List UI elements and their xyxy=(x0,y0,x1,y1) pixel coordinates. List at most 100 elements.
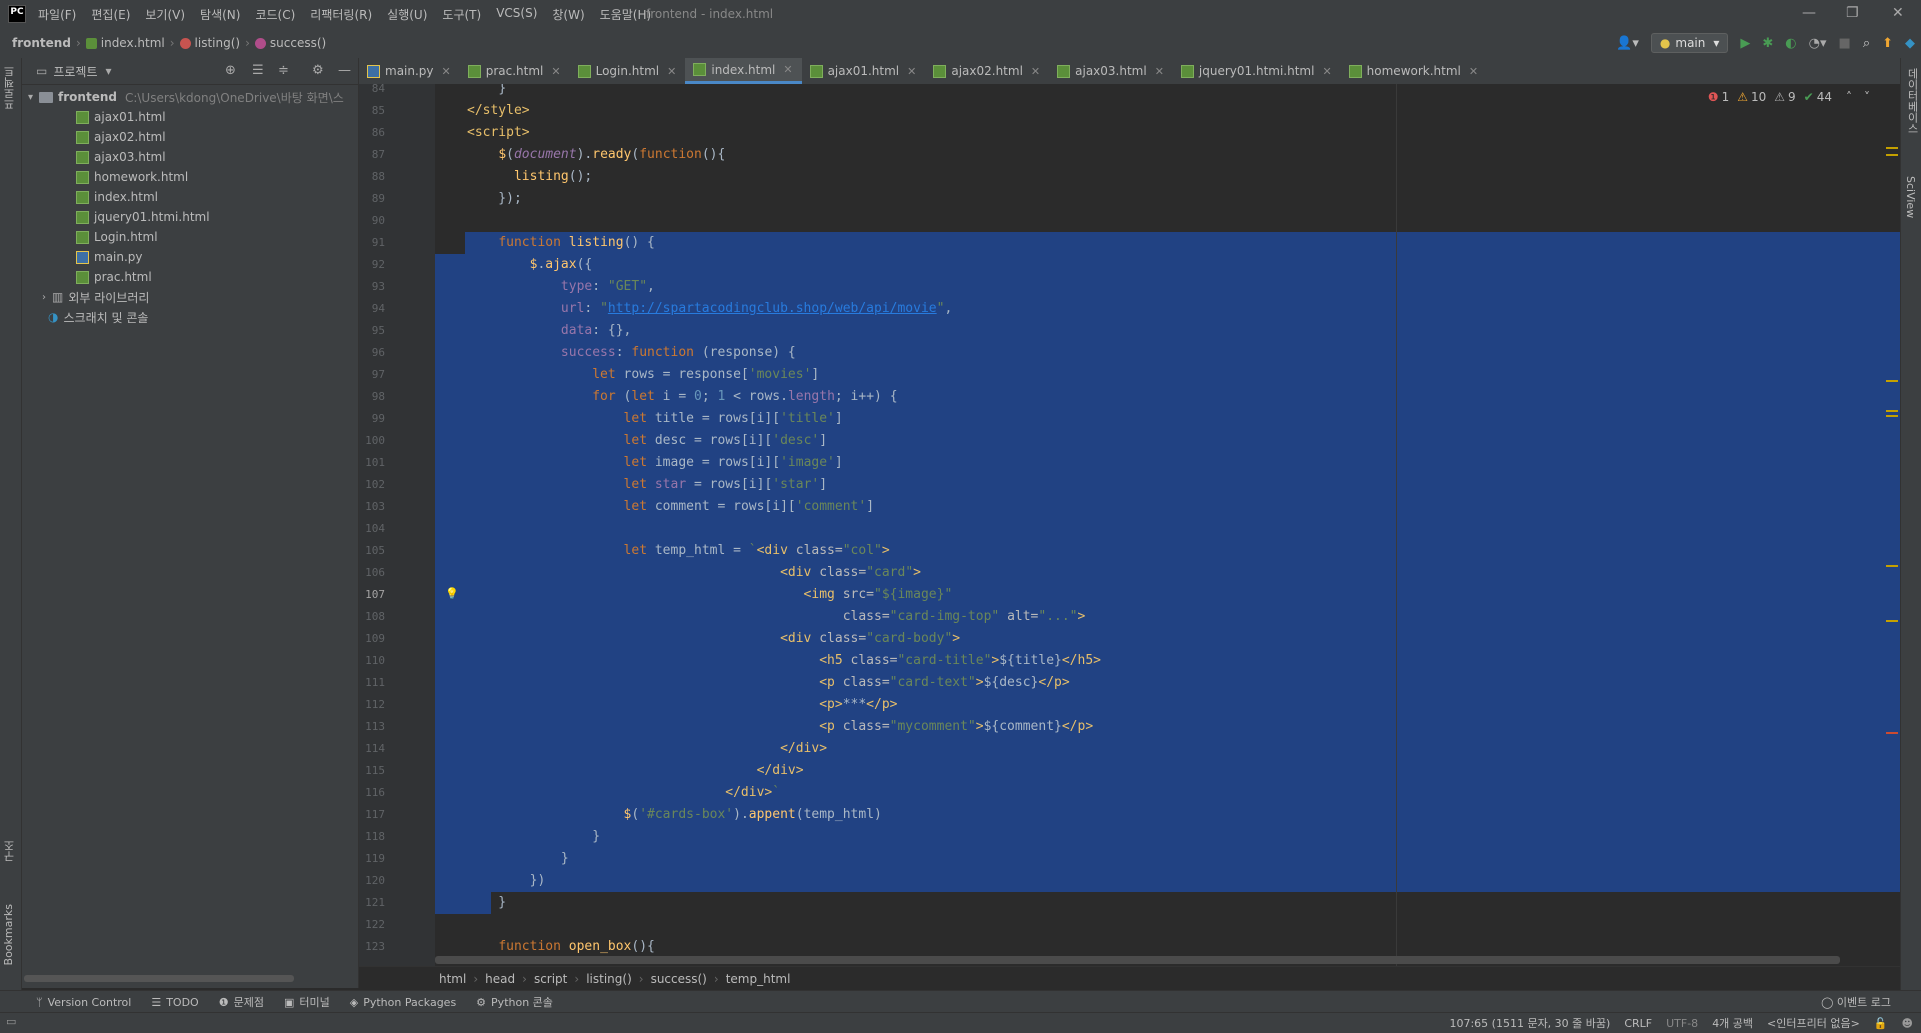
line-number[interactable]: 122 xyxy=(359,914,385,936)
code-line[interactable]: type: "GET", xyxy=(467,276,655,298)
line-number[interactable]: 120 xyxy=(359,870,385,892)
code-line[interactable]: listing(); xyxy=(467,166,592,188)
line-number[interactable]: 116 xyxy=(359,782,385,804)
code-line[interactable]: let desc = rows[i]['desc'] xyxy=(467,430,828,452)
code-line[interactable]: } xyxy=(467,84,506,100)
code-editor[interactable]: } </style> <script> $(document).ready(func… xyxy=(435,84,1900,966)
user-icon[interactable]: 👤▾ xyxy=(1616,36,1639,51)
code-line[interactable]: let title = rows[i]['title'] xyxy=(467,408,843,430)
menu-item[interactable]: 창(W) xyxy=(552,6,584,23)
layout-icon[interactable]: ▭ xyxy=(6,1015,16,1028)
line-number[interactable]: 104 xyxy=(359,518,385,540)
tool-window-button[interactable]: ☰ TODO xyxy=(151,994,198,1010)
code-line[interactable]: $(document).ready(function(){ xyxy=(467,144,725,166)
chevron-down-icon[interactable]: ▾ xyxy=(106,64,112,78)
caret-position[interactable]: 107:65 (1511 문자, 30 줄 바꿈) xyxy=(1449,1015,1610,1031)
code-line[interactable]: <p class="mycomment">${comment}</p> xyxy=(467,716,1093,738)
line-number[interactable]: 85 xyxy=(359,100,385,122)
editor-tab[interactable]: ajax01.html ✕ xyxy=(802,58,926,84)
editor-tab[interactable]: ajax03.html ✕ xyxy=(1049,58,1173,84)
tree-file-item[interactable]: ajax02.html xyxy=(22,127,358,147)
chevron-down-icon[interactable]: ˅ xyxy=(1864,90,1870,104)
code-line[interactable]: <img src="${image}" xyxy=(467,584,953,606)
code-line[interactable]: for (let i = 0; 1 < rows.length; i++) { xyxy=(467,386,897,408)
line-number[interactable]: 101 xyxy=(359,452,385,474)
event-log-button[interactable]: ◯ 이벤트 로그 xyxy=(1821,994,1891,1010)
stop-icon[interactable]: ■ xyxy=(1839,36,1851,51)
tool-window-button[interactable]: ᛘ Version Control xyxy=(36,994,131,1010)
warning-marker[interactable] xyxy=(1886,410,1898,412)
file-encoding[interactable]: UTF-8 xyxy=(1666,1017,1698,1030)
code-line[interactable]: data: {}, xyxy=(467,320,631,342)
line-number[interactable]: 115 xyxy=(359,760,385,782)
code-line[interactable]: success: function (response) { xyxy=(467,342,796,364)
editor-tab[interactable]: Login.html ✕ xyxy=(570,58,686,84)
project-panel-title[interactable]: 프로젝트 xyxy=(53,63,97,80)
code-line[interactable]: <div class="card-body"> xyxy=(467,628,960,650)
code-line[interactable]: $.ajax({ xyxy=(467,254,593,276)
code-line[interactable]: </style> xyxy=(467,100,530,122)
restore-button[interactable]: ❐ xyxy=(1846,5,1859,21)
tool-window-button[interactable]: ⚙ Python 콘솔 xyxy=(476,994,553,1010)
code-line[interactable]: </div>` xyxy=(467,782,780,804)
menu-item[interactable]: 리팩터링(R) xyxy=(310,6,372,23)
line-number[interactable]: 100 xyxy=(359,430,385,452)
line-number[interactable]: 99 xyxy=(359,408,385,430)
code-line[interactable]: <h5 class="card-title">${title}</h5> xyxy=(467,650,1101,672)
project-tool-tab[interactable]: 프로젝트 xyxy=(2,66,18,110)
interpreter-status[interactable]: <인터프리터 없음> xyxy=(1767,1015,1860,1031)
error-marker[interactable] xyxy=(1886,732,1898,734)
nav-crumb-file[interactable]: index.html xyxy=(85,36,165,50)
code-line[interactable]: } xyxy=(467,892,506,914)
line-number[interactable]: 98 xyxy=(359,386,385,408)
jetbrains-icon[interactable]: ◆ xyxy=(1905,36,1915,51)
line-number[interactable]: 123 xyxy=(359,936,385,958)
inspector-icon[interactable]: ☻ xyxy=(1902,1017,1913,1030)
inspection-widget[interactable]: ❶ 1 ⚠ 10 ⚠ 9 ✔ 44 ˄ ˅ xyxy=(1708,90,1870,104)
code-line[interactable]: let star = rows[i]['star'] xyxy=(467,474,828,496)
lock-icon[interactable]: 🔓 xyxy=(1874,1017,1888,1030)
locate-icon[interactable]: ⊕ xyxy=(225,63,236,78)
line-number[interactable]: 97 xyxy=(359,364,385,386)
editor-tab[interactable]: jquery01.htmi.html ✕ xyxy=(1173,58,1341,84)
expand-all-icon[interactable]: ☰ xyxy=(252,63,264,78)
menu-item[interactable]: 실행(U) xyxy=(387,6,427,23)
database-tool-tab[interactable]: 데이터베이스 xyxy=(1904,68,1920,134)
menu-item[interactable]: 편집(E) xyxy=(91,6,130,23)
menu-item[interactable]: VCS(S) xyxy=(496,6,537,23)
close-tab-icon[interactable]: ✕ xyxy=(551,65,560,78)
line-number[interactable]: 84 xyxy=(359,78,385,100)
warning-marker[interactable] xyxy=(1886,147,1898,149)
line-number[interactable]: 95 xyxy=(359,320,385,342)
tool-window-button[interactable]: ❶ 문제점 xyxy=(219,994,264,1010)
menu-item[interactable]: 도움말(H) xyxy=(600,6,652,23)
tree-external-libraries[interactable]: › ▥ 외부 라이브러리 xyxy=(22,287,358,307)
hide-panel-icon[interactable]: — xyxy=(338,63,351,78)
line-number[interactable]: 96 xyxy=(359,342,385,364)
editor-tab[interactable]: prac.html ✕ xyxy=(460,58,570,84)
minimize-button[interactable]: — xyxy=(1802,5,1816,21)
nav-crumb-function[interactable]: listing() xyxy=(179,36,240,50)
code-line[interactable]: </div> xyxy=(467,760,804,782)
code-line[interactable]: function open_box(){ xyxy=(467,936,655,958)
close-tab-icon[interactable]: ✕ xyxy=(1322,65,1331,78)
line-number[interactable]: 117 xyxy=(359,804,385,826)
code-breadcrumb-item[interactable]: success() xyxy=(651,972,707,986)
line-number[interactable]: 90 xyxy=(359,210,385,232)
editor-tab[interactable]: ajax02.html ✕ xyxy=(925,58,1049,84)
menu-item[interactable]: 탐색(N) xyxy=(200,6,240,23)
line-number[interactable]: 88 xyxy=(359,166,385,188)
nav-crumb-project[interactable]: frontend xyxy=(12,36,71,50)
bookmarks-tool-tab[interactable]: Bookmarks xyxy=(2,904,15,965)
tree-file-item[interactable]: index.html xyxy=(22,187,358,207)
close-window-button[interactable]: ✕ xyxy=(1892,5,1904,21)
chevron-up-icon[interactable]: ˄ xyxy=(1846,90,1852,104)
line-number[interactable]: 86 xyxy=(359,122,385,144)
code-line[interactable]: let comment = rows[i]['comment'] xyxy=(467,496,874,518)
line-number[interactable]: 107 xyxy=(359,584,385,606)
line-number[interactable]: 89 xyxy=(359,188,385,210)
profile-icon[interactable]: ◔▾ xyxy=(1809,36,1827,51)
code-breadcrumb-item[interactable]: head xyxy=(485,972,515,986)
line-number[interactable]: 93 xyxy=(359,276,385,298)
gear-icon[interactable]: ⚙ xyxy=(312,63,324,78)
